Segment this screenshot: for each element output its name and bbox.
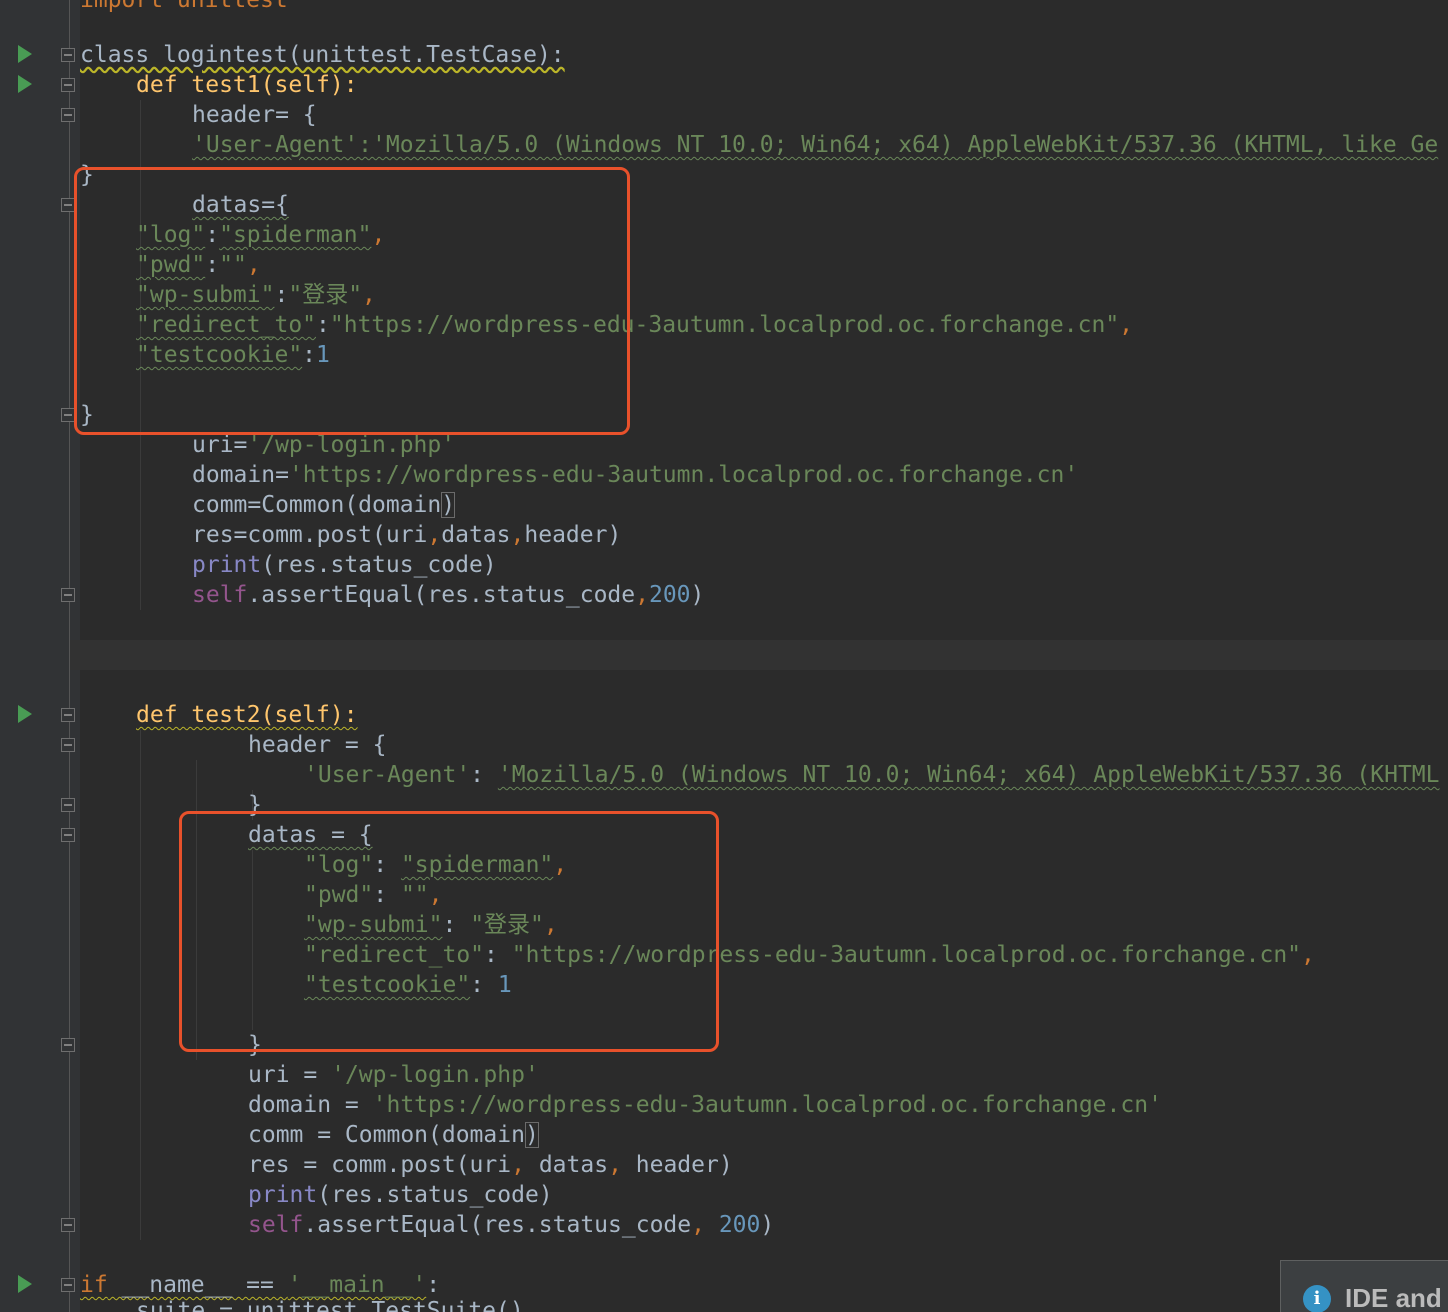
code-text: res=comm.post(uri bbox=[192, 522, 428, 548]
code-text: .assertEqual(res.status_code bbox=[247, 582, 636, 608]
fold-marker-icon[interactable] bbox=[61, 48, 75, 62]
code-text: domain= bbox=[192, 462, 289, 488]
code-line[interactable]: self.assertEqual(res.status_code,200) bbox=[192, 580, 704, 610]
code-line[interactable]: suite = unittest.TestSuite() bbox=[136, 1296, 524, 1312]
fold-marker-icon[interactable] bbox=[61, 708, 75, 722]
number-literal: 200 bbox=[704, 1212, 761, 1238]
current-line-highlight bbox=[70, 640, 1448, 670]
fold-marker-icon[interactable] bbox=[61, 798, 75, 812]
code-text: comm = Common(domain bbox=[248, 1122, 525, 1148]
code-line-def-test2[interactable]: def test2(self): bbox=[136, 700, 358, 730]
code-line[interactable]: header= { bbox=[192, 100, 317, 130]
string-literal: '__main__' bbox=[287, 1272, 427, 1298]
fold-marker-icon[interactable] bbox=[61, 588, 75, 602]
fold-marker-icon[interactable] bbox=[61, 1278, 75, 1292]
code-text: (res.status_code) bbox=[317, 1182, 553, 1208]
fold-marker-icon[interactable] bbox=[61, 198, 75, 212]
code-line[interactable]: print(res.status_code) bbox=[192, 550, 497, 580]
code-line[interactable]: print(res.status_code) bbox=[248, 1180, 553, 1210]
code-text: header) bbox=[621, 1152, 733, 1178]
code-text: class logintest(unittest.TestCase): bbox=[80, 42, 565, 68]
dict-value: 'Mozilla/5.0 (Windows NT 10.0; Win64; x6… bbox=[497, 762, 1440, 788]
code-line[interactable]: res = comm.post(uri, datas, header) bbox=[248, 1150, 733, 1180]
code-line[interactable]: self.assertEqual(res.status_code, 200) bbox=[248, 1210, 774, 1240]
number-literal: 200 bbox=[648, 582, 691, 608]
code-text: uri = bbox=[248, 1062, 332, 1088]
fold-marker-icon[interactable] bbox=[61, 408, 75, 422]
code-text: (res.status_code) bbox=[261, 552, 497, 578]
code-text: uri= bbox=[192, 432, 248, 458]
run-main-icon[interactable] bbox=[18, 1275, 32, 1293]
code-text: : bbox=[426, 1272, 441, 1298]
run-test1-icon[interactable] bbox=[18, 75, 32, 93]
code-line[interactable]: comm = Common(domain) bbox=[248, 1120, 539, 1150]
code-line[interactable]: comm=Common(domain) bbox=[192, 490, 456, 520]
code-text: header= { bbox=[192, 102, 317, 128]
code-text: ) bbox=[760, 1212, 775, 1238]
code-line[interactable]: domain = 'https://wordpress-edu-3autumn.… bbox=[248, 1090, 1162, 1120]
keyword: if bbox=[80, 1272, 108, 1298]
code-text: suite = unittest.TestSuite() bbox=[136, 1298, 524, 1312]
info-icon: i bbox=[1303, 1285, 1331, 1312]
code-line[interactable]: 'User-Agent':'Mozilla/5.0 (Windows NT 10… bbox=[192, 130, 1438, 160]
code-text: datas bbox=[524, 1152, 609, 1178]
fold-marker-icon[interactable] bbox=[61, 78, 75, 92]
fold-marker-icon[interactable] bbox=[61, 1218, 75, 1232]
editor-gutter bbox=[0, 0, 80, 1312]
code-text: .assertEqual(res.status_code bbox=[303, 1212, 692, 1238]
code-text: def test2(self): bbox=[136, 702, 358, 728]
code-text: domain = bbox=[248, 1092, 373, 1118]
string-literal: 'https://wordpress-edu-3autumn.localprod… bbox=[288, 462, 1079, 488]
code-text: __name__ == bbox=[107, 1272, 288, 1298]
builtin-call: print bbox=[192, 552, 262, 578]
code-line[interactable]: 'User-Agent': 'Mozilla/5.0 (Windows NT 1… bbox=[304, 760, 1439, 790]
code-line[interactable]: import unittest bbox=[80, 0, 288, 15]
code-text: res = comm.post(uri bbox=[248, 1152, 512, 1178]
code-line-def-test1[interactable]: def test1(self): bbox=[136, 70, 358, 100]
code-text: header) bbox=[524, 522, 622, 548]
indent-guide bbox=[140, 730, 141, 1240]
string-literal: '/wp-login.php' bbox=[331, 1062, 539, 1088]
run-class-icon[interactable] bbox=[18, 45, 32, 63]
self-keyword: self bbox=[248, 1212, 304, 1238]
builtin-call: print bbox=[248, 1182, 318, 1208]
annotation-box-datas-test2 bbox=[179, 811, 719, 1052]
notification-title: IDE and bbox=[1345, 1283, 1442, 1312]
fold-marker-icon[interactable] bbox=[61, 1038, 75, 1052]
string-literal: 'https://wordpress-edu-3autumn.localprod… bbox=[372, 1092, 1162, 1118]
fold-marker-icon[interactable] bbox=[61, 738, 75, 752]
code-editor[interactable]: import unittest class logintest(unittest… bbox=[0, 0, 1448, 1312]
code-line[interactable]: domain='https://wordpress-edu-3autumn.lo… bbox=[192, 460, 1078, 490]
ide-notification-balloon[interactable]: i IDE and bbox=[1280, 1260, 1448, 1312]
matched-paren: ) bbox=[441, 492, 456, 518]
code-line[interactable]: header = { bbox=[248, 730, 386, 760]
string-literal: '/wp-login.php' bbox=[247, 432, 456, 458]
code-line[interactable]: uri = '/wp-login.php' bbox=[248, 1060, 539, 1090]
code-line-class-def[interactable]: class logintest(unittest.TestCase): bbox=[80, 40, 565, 70]
annotation-box-datas-test1 bbox=[74, 167, 630, 435]
code-text: header = { bbox=[248, 732, 387, 758]
dict-key: 'User-Agent' bbox=[304, 762, 471, 788]
code-text: comm=Common(domain bbox=[192, 492, 442, 518]
code-text: ) bbox=[690, 582, 705, 608]
self-keyword: self bbox=[192, 582, 248, 608]
code-text: def test1(self): bbox=[136, 72, 358, 98]
code-text: datas bbox=[441, 522, 511, 548]
run-test2-icon[interactable] bbox=[18, 705, 32, 723]
code-line[interactable]: res=comm.post(uri,datas,header) bbox=[192, 520, 621, 550]
fold-marker-icon[interactable] bbox=[61, 828, 75, 842]
code-text: 'User-Agent':'Mozilla/5.0 (Windows NT 10… bbox=[192, 132, 1439, 158]
fold-marker-icon[interactable] bbox=[61, 108, 75, 122]
code-text: import unittest bbox=[80, 0, 288, 13]
matched-paren: ) bbox=[524, 1122, 539, 1148]
